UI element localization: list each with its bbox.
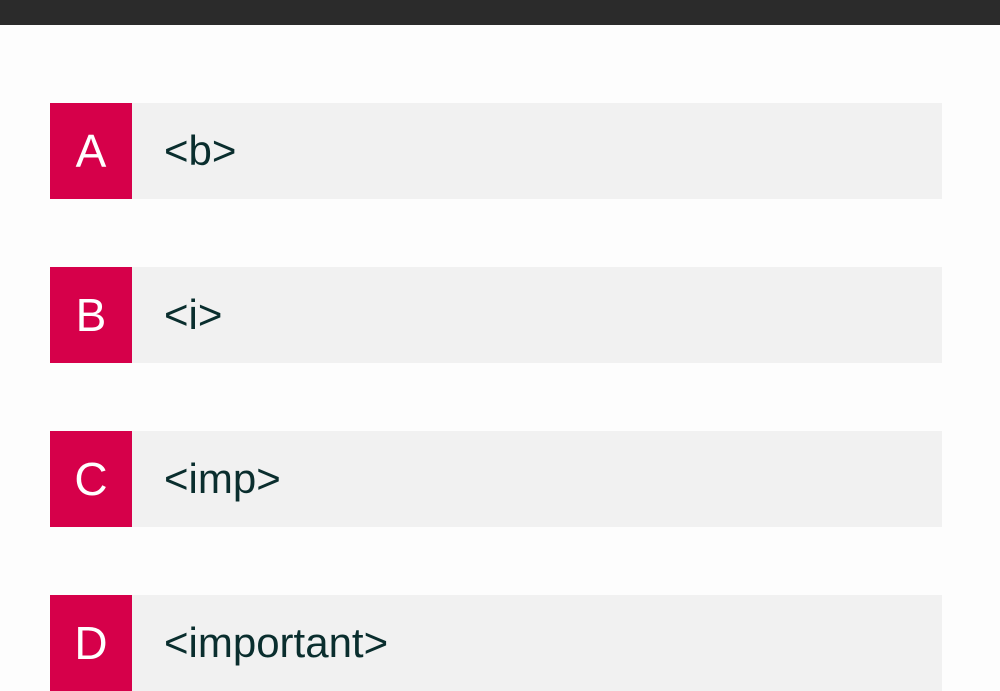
option-text: <imp> [132,431,942,527]
option-c[interactable]: C <imp> [50,431,942,527]
options-list: A <b> B <i> C <imp> D <important> [0,25,1000,691]
option-text: <important> [132,595,942,691]
option-letter: D [50,595,132,691]
top-bar [0,0,1000,25]
option-d[interactable]: D <important> [50,595,942,691]
option-letter: A [50,103,132,199]
option-text: <i> [132,267,942,363]
option-b[interactable]: B <i> [50,267,942,363]
option-a[interactable]: A <b> [50,103,942,199]
option-text: <b> [132,103,942,199]
option-letter: B [50,267,132,363]
option-letter: C [50,431,132,527]
